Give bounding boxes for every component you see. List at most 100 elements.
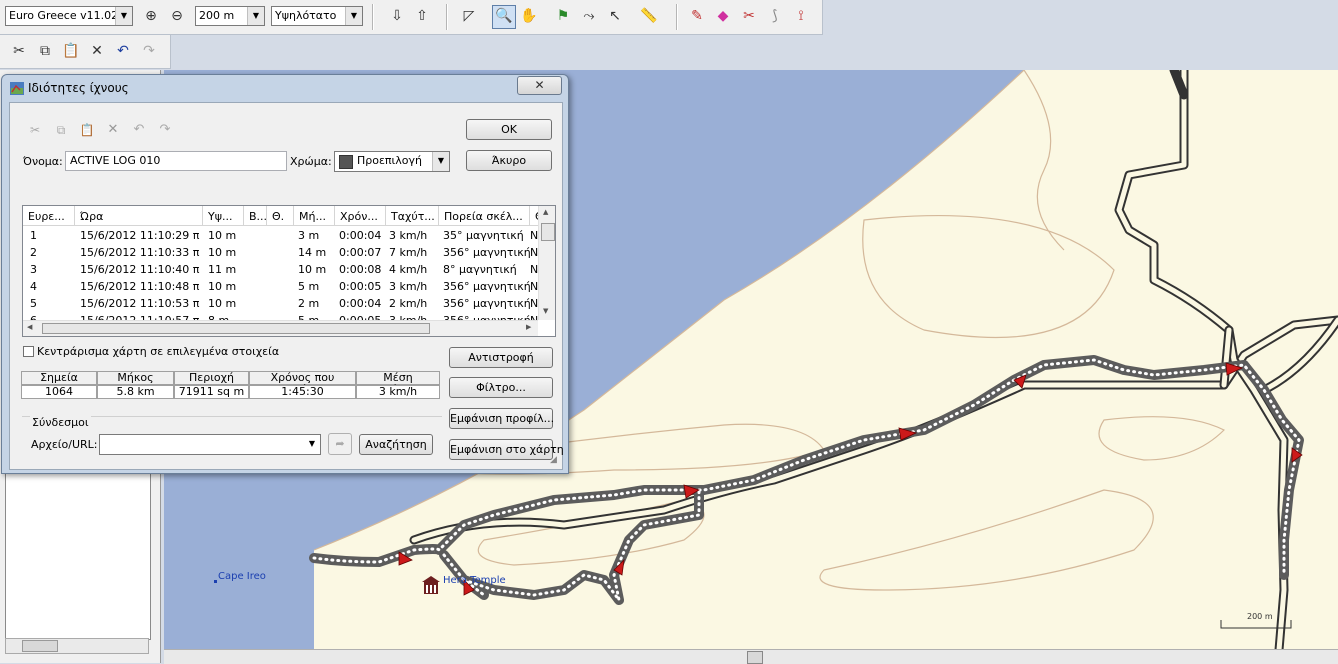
scroll-right-icon[interactable]: ▶ xyxy=(526,323,531,331)
column-header[interactable]: Β... xyxy=(244,206,267,226)
links-label: Σύνδεσμοι xyxy=(30,416,91,429)
hand-tool-icon[interactable]: ✋ xyxy=(518,5,540,27)
trackpoint-row[interactable]: 1 15/6/2012 11:10:29 πμ 10 m 3 m 0:00:04 3 km… xyxy=(23,227,539,244)
zoom-tool-icon[interactable]: 🔍 xyxy=(492,5,516,29)
paste-icon[interactable]: 📋 xyxy=(60,40,82,62)
name-input[interactable]: ACTIVE LOG 010 xyxy=(65,151,287,171)
trackpoint-len: 3 m xyxy=(298,229,320,242)
scroll-thumb[interactable] xyxy=(541,223,555,241)
color-swatch xyxy=(339,155,353,169)
detail-level-select[interactable]: Υψηλότατο ▼ xyxy=(271,6,363,26)
trackpoint-row[interactable]: 4 15/6/2012 11:10:48 πμ 10 m 5 m 0:00:05 3 km… xyxy=(23,278,539,295)
trackpoint-row[interactable]: 5 15/6/2012 11:10:53 πμ 10 m 2 m 0:00:04 2 km… xyxy=(23,295,539,312)
draw-tool-icon[interactable]: ✎ xyxy=(686,5,708,27)
undo-icon[interactable]: ↶ xyxy=(112,40,134,62)
summary-header: Σημεία xyxy=(21,371,97,385)
zoom-out-icon[interactable]: ⊖ xyxy=(166,5,188,27)
column-header[interactable]: Υψ... xyxy=(203,206,244,226)
close-icon[interactable]: ✕ xyxy=(517,76,562,95)
eraser-tool-icon[interactable]: ◆ xyxy=(712,5,734,27)
show-on-map-button[interactable]: Εμφάνιση στο χάρτη xyxy=(449,439,564,460)
route-tool-icon[interactable]: ⤳ xyxy=(578,5,600,27)
column-header[interactable]: Θ. xyxy=(267,206,294,226)
go-link-icon[interactable]: ➦ xyxy=(328,433,352,455)
delete-icon[interactable]: ✕ xyxy=(86,40,108,62)
zoom-level-select[interactable]: 200 m ▼ xyxy=(195,6,265,26)
cancel-button[interactable]: Άκυρο xyxy=(466,150,552,171)
selection-tool-icon[interactable]: ◸ xyxy=(458,5,480,27)
trackpoint-time: 15/6/2012 11:10:53 πμ xyxy=(80,297,200,310)
delete-icon[interactable]: ✕ xyxy=(102,119,124,141)
chevron-down-icon: ▼ xyxy=(247,7,264,25)
color-select[interactable]: Προεπιλογή ▼ xyxy=(334,151,450,172)
column-header[interactable]: Ώρα xyxy=(75,206,203,226)
resize-grip-icon[interactable]: ◢ xyxy=(550,455,557,465)
trackpoint-course: 35° μαγνητική xyxy=(443,229,524,242)
scroll-thumb[interactable] xyxy=(42,323,430,334)
list-horizontal-scrollbar[interactable]: ◀ ▶ xyxy=(23,320,538,336)
map-product-select[interactable]: Euro Greece v11.02 ▼ xyxy=(5,6,133,26)
reverse-button[interactable]: Αντιστροφή xyxy=(449,347,553,368)
summary-avg-speed: 3 km/h xyxy=(356,385,440,399)
trackpoint-pos: N xyxy=(530,246,538,259)
column-header[interactable]: Ταχύτ... xyxy=(386,206,439,226)
redo-icon[interactable]: ↷ xyxy=(154,119,176,141)
search-button[interactable]: Αναζήτηση xyxy=(359,434,433,455)
cut-icon[interactable]: ✂ xyxy=(8,40,30,62)
map-horizontal-scrollbar[interactable] xyxy=(164,649,1338,664)
track-edit-icon[interactable]: ⟟ xyxy=(790,5,812,27)
name-label: Όνομα: xyxy=(23,155,63,168)
column-header[interactable]: Ευρε... xyxy=(23,206,75,226)
left-horizontal-scrollbar[interactable] xyxy=(5,638,149,654)
measure-tool-icon[interactable]: 📏 xyxy=(638,5,660,27)
cut-icon[interactable]: ✂ xyxy=(24,119,46,141)
data-list[interactable] xyxy=(5,470,151,640)
trackpoint-len: 5 m xyxy=(298,280,320,293)
list-vertical-scrollbar[interactable]: ▲ ▼ xyxy=(538,206,555,320)
undo-icon[interactable]: ↶ xyxy=(128,119,150,141)
summary-header: Χρόνος που παρήλθε xyxy=(249,371,356,396)
trackpoint-time: 15/6/2012 11:10:29 πμ xyxy=(80,229,200,242)
copy-icon[interactable]: ⧉ xyxy=(34,40,56,62)
summary-points: 1064 xyxy=(21,385,97,399)
file-url-select[interactable]: ▼ xyxy=(99,434,321,455)
place-label: Hera Temple xyxy=(443,575,506,586)
receive-from-device-icon[interactable]: ⇩ xyxy=(386,5,408,27)
divide-track-icon[interactable]: ✂ xyxy=(738,5,760,27)
scroll-thumb[interactable] xyxy=(747,651,763,664)
column-header[interactable]: Χρόν... xyxy=(335,206,386,226)
zoom-in-icon[interactable]: ⊕ xyxy=(140,5,162,27)
toolbar-separator xyxy=(446,4,448,30)
chevron-down-icon: ▼ xyxy=(432,152,449,171)
trackpoint-alt: 11 m xyxy=(208,263,237,276)
copy-icon[interactable]: ⧉ xyxy=(50,119,72,141)
scroll-thumb[interactable] xyxy=(22,640,58,652)
scroll-left-icon[interactable]: ◀ xyxy=(27,323,32,331)
dialog-body: ✂ ⧉ 📋 ✕ ↶ ↷ OK Άκυρο Όνομα: ACTIVE LOG 0… xyxy=(9,102,564,470)
trackpoint-course: 356° μαγνητική xyxy=(443,246,531,259)
trackpoint-speed: 3 km/h xyxy=(389,229,428,242)
redo-icon[interactable]: ↷ xyxy=(138,40,160,62)
trackpoint-speed: 4 km/h xyxy=(389,263,428,276)
trackpoint-row[interactable]: 3 15/6/2012 11:10:40 πμ 11 m 10 m 0:00:08 4 k… xyxy=(23,261,539,278)
center-map-checkbox[interactable] xyxy=(23,346,34,357)
trackpoint-len: 2 m xyxy=(298,297,320,310)
trackpoint-pos: N xyxy=(530,263,538,276)
trackpoint-idx: 1 xyxy=(30,229,37,242)
filter-button[interactable]: Φίλτρο... xyxy=(449,377,553,398)
color-value: Προεπιλογή xyxy=(357,154,422,167)
ok-button[interactable]: OK xyxy=(466,119,552,140)
column-header[interactable]: Μή... xyxy=(294,206,335,226)
show-profile-button[interactable]: Εμφάνιση προφίλ... xyxy=(449,408,554,429)
pointer-tool-icon[interactable]: ↖ xyxy=(604,5,626,27)
trackpoint-row[interactable]: 2 15/6/2012 11:10:33 πμ 10 m 14 m 0:00:07 7 k… xyxy=(23,244,539,261)
trackpoints-list[interactable]: Ευρε... Ώρα Υψ... Β... Θ. Μή... Χρόν... … xyxy=(22,205,556,337)
trackpoint-alt: 10 m xyxy=(208,229,237,242)
join-tracks-icon[interactable]: ⟆ xyxy=(764,5,786,27)
column-header[interactable]: Πορεία σκέλ... xyxy=(439,206,530,226)
paste-icon[interactable]: 📋 xyxy=(76,119,98,141)
scroll-down-icon[interactable]: ▼ xyxy=(543,307,548,315)
waypoint-tool-icon[interactable]: ⚑ xyxy=(552,5,574,27)
send-to-device-icon[interactable]: ⇧ xyxy=(411,5,433,27)
scroll-up-icon[interactable]: ▲ xyxy=(543,208,548,216)
